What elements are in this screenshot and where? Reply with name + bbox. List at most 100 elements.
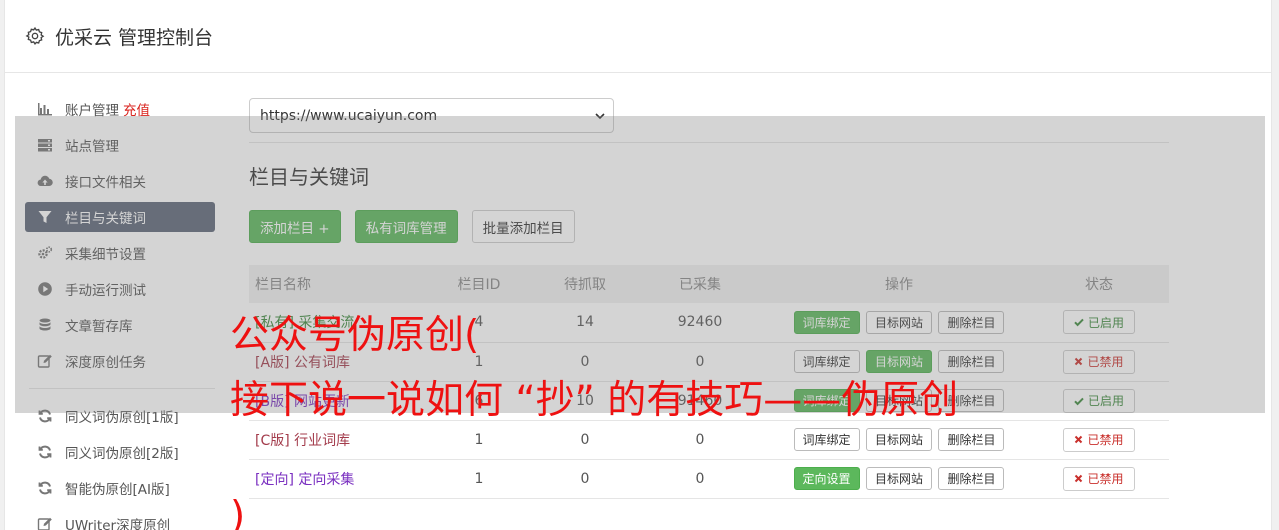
add-column-button[interactable]: 添加栏目 + (249, 210, 341, 243)
bind-lexicon-button[interactable]: 词库绑定 (793, 310, 860, 334)
status-label: 已启用 (1087, 315, 1124, 330)
status-label: 已禁用 (1087, 472, 1124, 486)
table-header-row: 栏目名称 栏目ID 待抓取 已采集 操作 状态 (249, 265, 1169, 303)
table-row: [B版] 网站更新 6 10 91460 词库绑定 目标网站 删除栏目 已启用 (249, 381, 1169, 421)
pending-count: 14 (539, 303, 631, 343)
target-site-button[interactable]: 目标网站 (865, 467, 932, 490)
filter-icon (37, 209, 53, 225)
delete-column-button[interactable]: 删除栏目 (938, 350, 1005, 373)
sidebar-item-label: 手动运行测试 (65, 283, 146, 299)
column-id: 4 (419, 303, 539, 343)
cogs-icon (37, 245, 53, 261)
col-header-name: 栏目名称 (249, 265, 419, 303)
column-name-link[interactable]: 采集交流 (298, 315, 354, 331)
pending-count: 0 (539, 342, 631, 382)
sidebar-item-uwriter[interactable]: UWriter深度原创 (25, 509, 215, 530)
col-header-pending: 待抓取 (539, 265, 631, 303)
columns-table: 栏目名称 栏目ID 待抓取 已采集 操作 状态 [私有] 采集交流 4 14 9… (249, 265, 1169, 499)
sidebar-item-label: UWriter深度原创 (65, 518, 171, 530)
sidebar-item-collect-settings[interactable]: 采集细节设置 (25, 238, 215, 268)
directed-settings-button[interactable]: 定向设置 (793, 467, 860, 490)
col-header-id: 栏目ID (419, 265, 539, 303)
delete-column-button[interactable]: 删除栏目 (938, 467, 1005, 490)
sidebar-item-synonym-v2[interactable]: 同义词伪原创[2版] (25, 437, 215, 467)
column-tag: [私有] (255, 315, 294, 332)
column-tag: [C版] (255, 432, 290, 449)
column-name-link[interactable]: 网站更新 (294, 394, 350, 410)
column-name-link[interactable]: 行业词库 (294, 433, 350, 449)
target-site-button[interactable]: 目标网站 (865, 350, 932, 373)
collected-count: 0 (631, 342, 769, 382)
status-toggle[interactable]: 已禁用 (1063, 427, 1135, 452)
sidebar-item-interface-files[interactable]: 接口文件相关 (25, 166, 215, 196)
recharge-link[interactable]: 充值 (123, 99, 150, 119)
sidebar-item-label: 文章暂存库 (65, 319, 133, 335)
server-icon (37, 137, 53, 153)
sidebar-item-ai-rewrite[interactable]: 智能伪原创[AI版] (25, 473, 215, 503)
target-site-button[interactable]: 目标网站 (865, 428, 932, 451)
private-lexicon-button[interactable]: 私有词库管理 (354, 210, 458, 243)
collected-count: 0 (631, 420, 769, 460)
sidebar-item-deep-original[interactable]: 深度原创任务 (25, 346, 215, 376)
site-select-value: https://www.ucaiyun.com (260, 107, 438, 124)
sidebar-item-manual-run[interactable]: 手动运行测试 (25, 274, 215, 304)
sidebar-item-label: 栏目与关键词 (65, 211, 146, 227)
site-select[interactable]: https://www.ucaiyun.com (249, 98, 614, 133)
close-icon (1075, 357, 1083, 366)
refresh-icon (37, 408, 53, 424)
bind-lexicon-button[interactable]: 词库绑定 (793, 389, 860, 412)
edit-icon (37, 516, 53, 530)
sidebar-item-account[interactable]: 账户管理 充值 (25, 94, 215, 124)
sidebar-item-label: 接口文件相关 (65, 175, 146, 191)
collected-count: 0 (631, 459, 769, 499)
delete-column-button[interactable]: 删除栏目 (938, 310, 1005, 334)
page-header: 优采云 管理控制台 (5, 0, 1271, 73)
status-toggle[interactable]: 已禁用 (1063, 466, 1135, 491)
bind-lexicon-button[interactable]: 词库绑定 (793, 350, 860, 373)
sidebar-item-label: 深度原创任务 (65, 355, 146, 371)
sidebar-item-label: 账户管理 (65, 103, 119, 119)
column-name-cell: [A版] 公有词库 (249, 342, 419, 382)
sidebar-item-synonym-v1[interactable]: 同义词伪原创[1版] (25, 401, 215, 431)
sidebar-item-label: 站点管理 (65, 139, 119, 155)
column-name-link[interactable]: 定向采集 (298, 472, 354, 488)
batch-add-column-button[interactable]: 批量添加栏目 (471, 210, 575, 243)
sidebar-item-label: 采集细节设置 (65, 247, 146, 263)
actions-cell: 定向设置 目标网站 删除栏目 (769, 459, 1029, 499)
column-name-cell: [私有] 采集交流 (249, 303, 419, 343)
sidebar-item-label: 智能伪原创[AI版] (65, 482, 170, 498)
column-tag: [B版] (255, 393, 290, 410)
column-name-link[interactable]: 公有词库 (294, 355, 350, 371)
delete-column-button[interactable]: 删除栏目 (938, 389, 1005, 412)
col-header-actions: 操作 (769, 265, 1029, 303)
play-circle-icon (37, 281, 53, 297)
col-header-status: 状态 (1029, 265, 1169, 303)
status-toggle[interactable]: 已启用 (1062, 310, 1135, 335)
check-icon (1074, 318, 1084, 327)
target-site-button[interactable]: 目标网站 (865, 389, 932, 412)
column-id: 6 (419, 381, 539, 421)
target-site-button[interactable]: 目标网站 (865, 310, 932, 334)
status-toggle[interactable]: 已禁用 (1063, 349, 1135, 374)
edit-icon (37, 353, 53, 369)
column-name-cell: [B版] 网站更新 (249, 381, 419, 421)
status-cell: 已禁用 (1029, 342, 1169, 382)
divider (249, 142, 1169, 143)
status-label: 已启用 (1087, 394, 1124, 408)
sidebar-item-sites[interactable]: 站点管理 (25, 130, 215, 160)
sidebar: 账户管理 充值 站点管理 接口文件相关 栏目与关键词 采集细节设置 手动运行测试… (25, 94, 215, 530)
sidebar-item-article-store[interactable]: 文章暂存库 (25, 310, 215, 340)
section-title: 栏目与关键词 (249, 165, 369, 189)
actions-cell: 词库绑定 目标网站 删除栏目 (769, 303, 1029, 343)
delete-column-button[interactable]: 删除栏目 (938, 428, 1005, 451)
status-cell: 已禁用 (1029, 420, 1169, 460)
bind-lexicon-button[interactable]: 词库绑定 (793, 428, 860, 451)
sidebar-item-columns-keywords[interactable]: 栏目与关键词 (25, 202, 215, 232)
status-label: 已禁用 (1087, 433, 1124, 447)
bar-chart-icon (37, 101, 53, 117)
column-id: 1 (419, 420, 539, 460)
pending-count: 0 (539, 459, 631, 499)
console-frame: 优采云 管理控制台 账户管理 充值 站点管理 接口文件相关 栏目与关键词 采集细… (4, 0, 1272, 530)
table-row: [私有] 采集交流 4 14 92460 词库绑定 目标网站 删除栏目 已启用 (249, 303, 1169, 343)
status-toggle[interactable]: 已启用 (1062, 388, 1135, 413)
